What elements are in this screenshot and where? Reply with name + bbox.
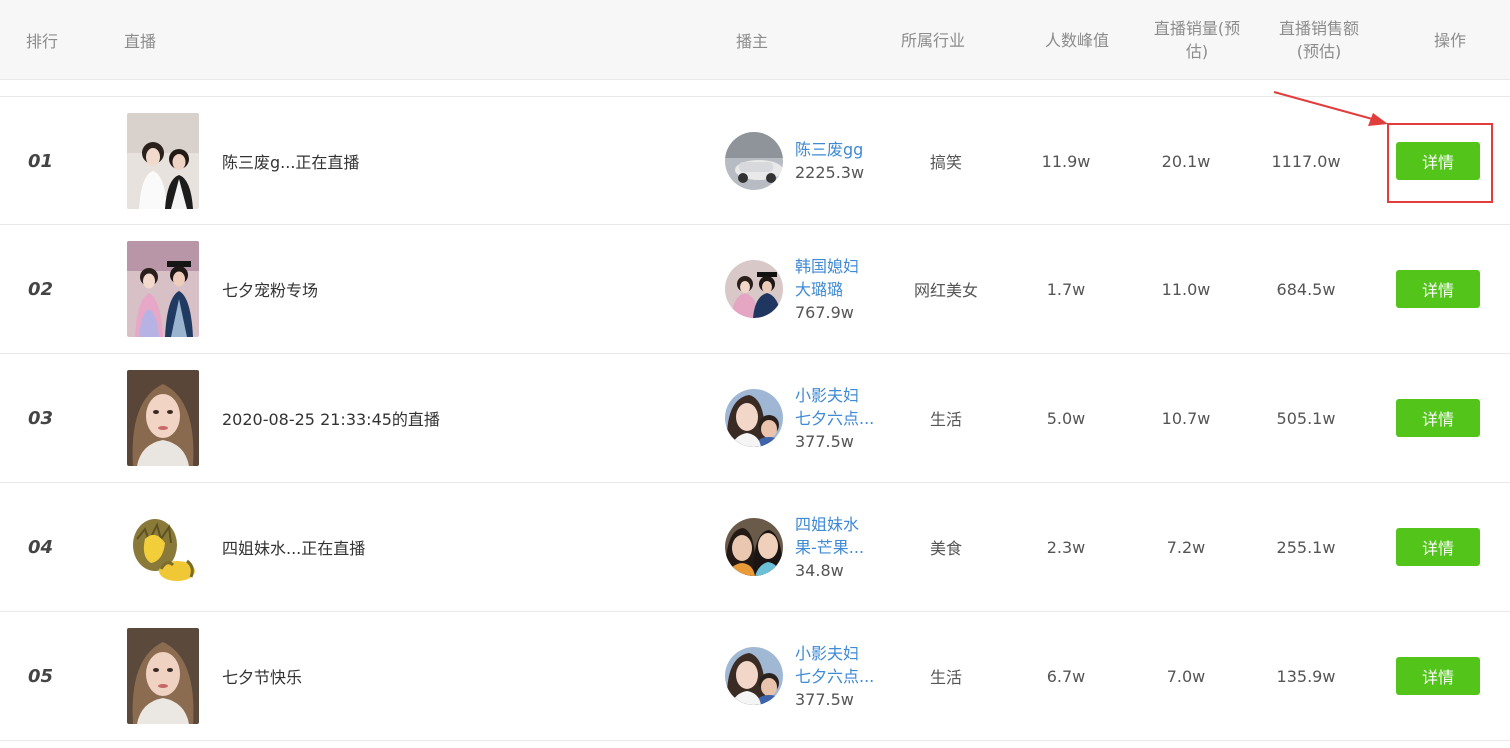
live-title[interactable]: 七夕宠粉专场	[222, 225, 662, 353]
peak-viewers: 6.7w	[1046, 666, 1086, 686]
header-anchor: 播主	[736, 32, 769, 51]
sales-volume: 7.0w	[1166, 666, 1206, 686]
sales-volume: 7.2w	[1166, 537, 1206, 557]
industry: 美食	[929, 539, 962, 558]
anchor-name-line2[interactable]: 七夕六点...	[795, 665, 891, 688]
peak-viewers: 1.7w	[1046, 279, 1086, 299]
anchor-info: 四姐妹水 果-芒果... 34.8w	[795, 483, 891, 611]
detail-button[interactable]: 详情	[1396, 270, 1480, 308]
peak-viewers: 5.0w	[1046, 408, 1086, 428]
sales-volume: 11.0w	[1161, 279, 1211, 299]
rank-number: 05	[28, 665, 54, 687]
table-row: 02 七夕宠粉专场 韩国媳妇 大璐璐 767.9w 网红美女 1.7w 11.0…	[0, 225, 1510, 354]
live-title[interactable]: 七夕节快乐	[222, 612, 662, 740]
table-header: 排行 直播 播主 所属行业 人数峰值 直播销量(预 估) 直播销售额 (预估) …	[0, 0, 1510, 80]
header-sales-volume-line1: 直播销量(预	[1153, 19, 1241, 38]
anchor-avatar[interactable]	[725, 389, 783, 447]
sales-volume: 20.1w	[1161, 151, 1211, 171]
peak-viewers: 2.3w	[1046, 537, 1086, 557]
anchor-name-line2[interactable]: 七夕六点...	[795, 407, 891, 430]
detail-button[interactable]: 详情	[1396, 657, 1480, 695]
sales-volume: 10.7w	[1161, 408, 1211, 428]
header-live: 直播	[124, 32, 157, 51]
header-peak-viewers: 人数峰值	[1044, 30, 1109, 50]
anchor-name[interactable]: 小影夫妇	[795, 642, 891, 665]
industry: 生活	[929, 668, 962, 687]
sales-amount: 135.9w	[1276, 666, 1336, 686]
live-thumbnail[interactable]	[127, 113, 199, 209]
anchor-avatar[interactable]	[725, 647, 783, 705]
industry: 搞笑	[929, 153, 962, 172]
table-row: 01 陈三废g...正在直播 陈三废gg 2225.3w 搞笑 11.9w 20…	[0, 96, 1510, 225]
industry: 生活	[929, 410, 962, 429]
anchor-name-line2[interactable]: 果-芒果...	[795, 536, 891, 559]
rank-number: 02	[28, 278, 54, 300]
header-industry: 所属行业	[900, 30, 965, 50]
header-sales-amount: 直播销售额 (预估)	[1262, 0, 1376, 80]
industry: 网红美女	[913, 281, 978, 300]
anchor-fans: 767.9w	[795, 302, 854, 322]
live-thumbnail[interactable]	[127, 499, 199, 595]
anchor-name-line2[interactable]: 大璐璐	[795, 278, 891, 301]
rank-number: 01	[28, 150, 54, 172]
anchor-avatar[interactable]	[725, 132, 783, 190]
anchor-fans: 2225.3w	[795, 163, 865, 182]
header-sales-amount-line1: 直播销售额	[1278, 19, 1359, 38]
live-thumbnail[interactable]	[127, 241, 199, 337]
anchor-name[interactable]: 韩国媳妇	[795, 255, 891, 278]
anchor-avatar[interactable]	[725, 260, 783, 318]
anchor-fans: 377.5w	[795, 431, 854, 451]
anchor-info: 韩国媳妇 大璐璐 767.9w	[795, 225, 891, 353]
anchor-name[interactable]: 陈三废gg	[795, 138, 891, 161]
sales-amount: 684.5w	[1276, 279, 1336, 299]
sales-amount: 1117.0w	[1271, 151, 1341, 171]
annotation-highlight-box	[1387, 123, 1493, 203]
header-action: 操作	[1433, 30, 1466, 50]
anchor-name[interactable]: 小影夫妇	[795, 384, 891, 407]
table-row: 04 四姐妹水...正在直播 四姐妹水 果-芒果... 34.8w 美食 2.3…	[0, 483, 1510, 612]
anchor-info: 陈三废gg 2225.3w	[795, 97, 891, 225]
live-title[interactable]: 2020-08-25 21:33:45的直播	[222, 354, 662, 482]
anchor-name[interactable]: 四姐妹水	[795, 513, 891, 536]
live-title[interactable]: 陈三废g...正在直播	[222, 97, 662, 225]
header-rank: 排行	[26, 32, 59, 51]
table-row: 03 2020-08-25 21:33:45的直播 小影夫妇 七夕六点... 3…	[0, 354, 1510, 483]
anchor-fans: 377.5w	[795, 689, 854, 709]
live-thumbnail[interactable]	[127, 370, 199, 466]
anchor-avatar[interactable]	[725, 518, 783, 576]
rank-number: 04	[28, 536, 54, 558]
rank-number: 03	[28, 407, 54, 429]
detail-button[interactable]: 详情	[1396, 528, 1480, 566]
header-sales-volume-line2: 估)	[1185, 42, 1209, 61]
peak-viewers: 11.9w	[1041, 151, 1091, 171]
header-sales-volume: 直播销量(预 估)	[1140, 0, 1254, 80]
live-thumbnail[interactable]	[127, 628, 199, 724]
sales-amount: 255.1w	[1276, 537, 1336, 557]
anchor-info: 小影夫妇 七夕六点... 377.5w	[795, 612, 891, 740]
table-row: 05 七夕节快乐 小影夫妇 七夕六点... 377.5w 生活 6.7w 7.0…	[0, 612, 1510, 741]
sales-amount: 505.1w	[1276, 408, 1336, 428]
detail-button[interactable]: 详情	[1396, 399, 1480, 437]
anchor-fans: 34.8w	[795, 560, 844, 580]
anchor-info: 小影夫妇 七夕六点... 377.5w	[795, 354, 891, 482]
header-sales-amount-line2: (预估)	[1296, 42, 1342, 61]
live-title[interactable]: 四姐妹水...正在直播	[222, 483, 662, 611]
